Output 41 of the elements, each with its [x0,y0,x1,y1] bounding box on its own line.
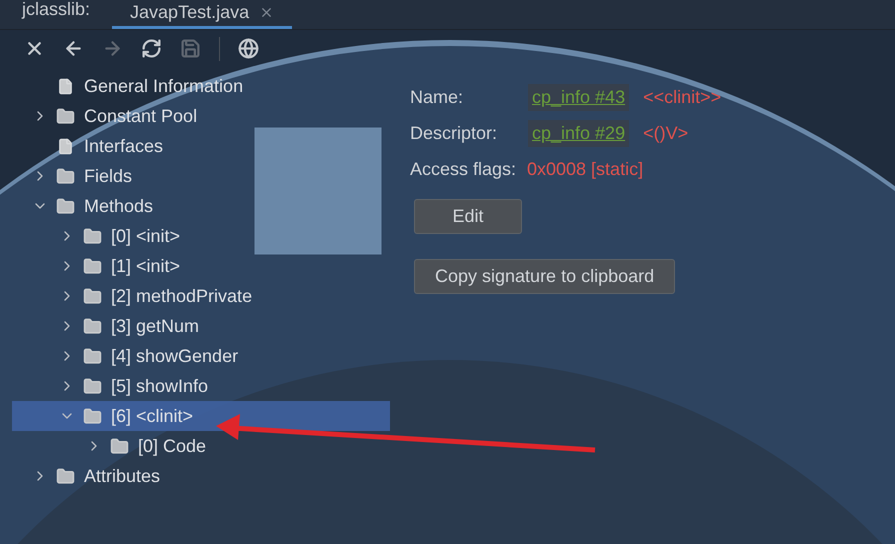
tab-bar-title: jclasslib: [20,0,92,21]
tree-item[interactable]: [4] showGender [12,341,390,371]
field-label: Descriptor: [410,122,498,145]
folder-icon [83,406,102,426]
field-value: 0x0008 [static] [527,158,644,181]
tree-label: [1] <init> [111,254,180,278]
tree-item[interactable]: [0] Code [12,431,390,461]
tree-label: [5] showInfo [111,374,208,398]
tree-label: Interfaces [84,134,164,158]
action-button[interactable]: Copy signature to clipboard [414,259,676,294]
action-button[interactable]: Edit [414,199,522,234]
tree-label: [0] <init> [111,224,180,248]
tree-item[interactable]: General Information [12,71,390,101]
globe-button[interactable] [238,38,259,59]
field-label: Name: [410,86,464,108]
editor-tab[interactable]: JavapTest.java [112,0,292,29]
refresh-button[interactable] [141,38,162,59]
tree-item[interactable]: [2] methodPrivate [12,281,390,311]
tree-label: [4] showGender [111,344,238,368]
tree-label: [6] <clinit> [111,404,194,428]
tree-item[interactable]: Interfaces [12,131,390,161]
tree-label: General Information [84,74,244,98]
tree-label: Attributes [84,464,160,488]
tree-item[interactable]: Methods [12,191,390,221]
tree-item[interactable]: [5] showInfo [12,371,390,401]
file-icon [57,138,74,154]
tree-label: Fields [84,164,132,188]
tree-label: Methods [84,194,154,218]
tree-item[interactable]: [3] getNum [12,311,390,341]
tree-item[interactable]: [0] <init> [12,221,390,251]
tree-item[interactable]: Fields [12,161,390,191]
file-icon [57,78,74,94]
tree-label: [2] methodPrivate [111,284,252,308]
field-value: <()V> [643,122,688,145]
tree-item[interactable]: [6] <clinit> [12,401,390,431]
tree-item[interactable]: [1] <init> [12,251,390,281]
field-label: Access flags: [410,158,518,181]
tree-label: [3] getNum [111,314,200,338]
tree-item[interactable]: Attributes [12,461,390,491]
tree-label: [0] Code [138,434,206,458]
field-value: <<clinit>> [643,86,722,108]
